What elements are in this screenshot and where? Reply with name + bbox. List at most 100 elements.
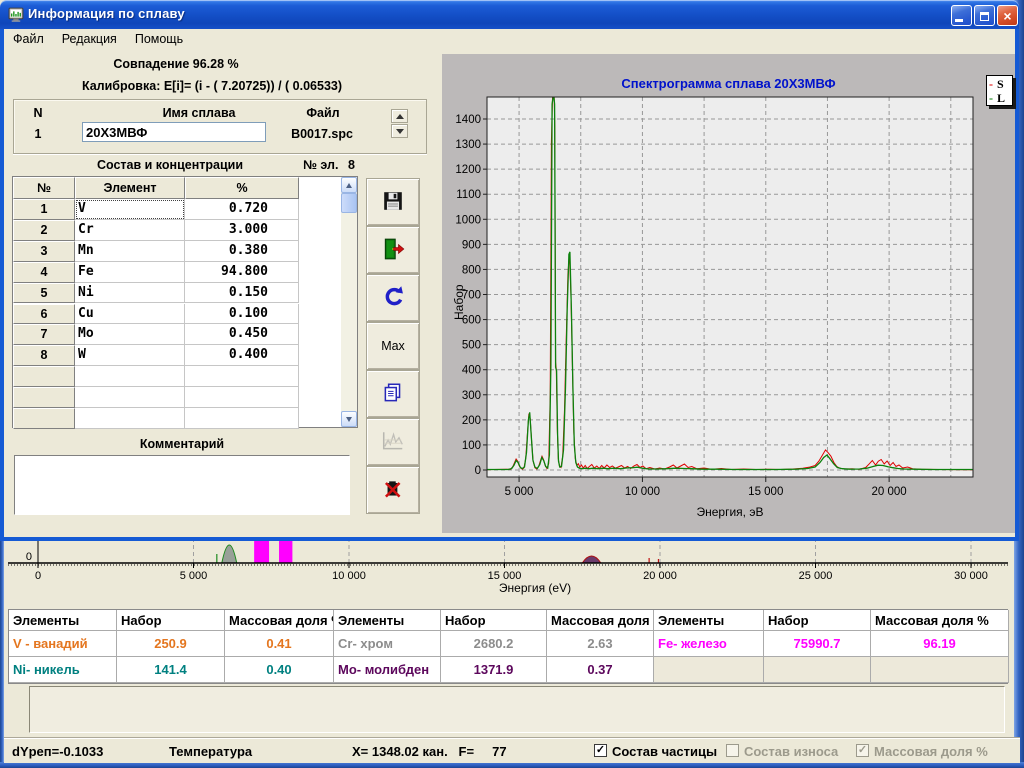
checkbox-3: ✓ (856, 744, 869, 757)
checkbox-1[interactable]: ✓ (594, 744, 607, 757)
results-cell (654, 657, 764, 683)
alloy-spinner-up[interactable] (391, 109, 408, 123)
results-col-header: Элементы (654, 610, 764, 631)
results-cell: Fe- железо (654, 631, 764, 657)
results-col-header: Массовая доля % (225, 610, 334, 631)
copy-button[interactable] (366, 370, 420, 418)
composition-percent-cell[interactable]: 0.450 (185, 324, 299, 345)
svg-text:900: 900 (462, 239, 481, 251)
results-col-header: Набор (117, 610, 225, 631)
exit-button[interactable] (366, 226, 420, 274)
results-cell (871, 657, 1009, 683)
scroll-up-icon (346, 183, 352, 188)
undo-button[interactable] (366, 274, 420, 322)
svg-text:500: 500 (462, 340, 481, 352)
results-cell: Cr- хром (334, 631, 441, 657)
composition-percent-cell[interactable] (185, 366, 299, 387)
results-col-header: Массовая доля % (547, 610, 654, 631)
composition-percent-cell[interactable]: 0.400 (185, 345, 299, 366)
composition-row-header[interactable]: 5 (13, 283, 75, 304)
composition-element-cell[interactable]: Cr (75, 220, 185, 241)
composition-element-cell[interactable] (75, 366, 185, 387)
results-header-row: ЭлементыНаборМассовая доля %ЭлементыНабо… (9, 610, 1007, 631)
svg-text:1300: 1300 (455, 139, 481, 151)
checkbox-2 (726, 744, 739, 757)
save-button[interactable] (366, 178, 420, 226)
composition-row-header[interactable]: 2 (13, 220, 75, 241)
composition-scrollbar[interactable] (341, 177, 357, 427)
svg-text:20 000: 20 000 (643, 570, 677, 582)
main-window-spectrum-chart: 05 00010 00015 00020 00025 00030 0000Эне… (0, 538, 1020, 600)
composition-percent-cell[interactable] (185, 387, 299, 408)
minimize-button[interactable] (951, 5, 972, 26)
composition-row-header[interactable] (13, 366, 75, 387)
max-button[interactable]: Max (366, 322, 420, 370)
composition-percent-cell[interactable]: 0.150 (185, 283, 299, 304)
spectrum-file-name: B0017.spc (272, 127, 372, 141)
svg-text:10 000: 10 000 (625, 486, 660, 498)
composition-element-cell[interactable] (75, 408, 185, 429)
composition-row-header[interactable]: 4 (13, 262, 75, 283)
svg-text:100: 100 (462, 440, 481, 452)
alloy-spinner-down[interactable] (391, 124, 408, 138)
dialog-titlebar: Информация по сплаву × (0, 0, 1019, 29)
composition-element-cell[interactable]: Ni (75, 283, 185, 304)
composition-col-header: № (13, 177, 75, 199)
composition-element-cell[interactable] (75, 387, 185, 408)
scrollbar-up-button[interactable] (341, 177, 357, 193)
composition-element-cell[interactable]: Mo (75, 324, 185, 345)
empty-sunken-panel (29, 686, 1005, 733)
alloy-name-input[interactable] (82, 122, 266, 142)
minimize-icon (955, 19, 963, 22)
composition-row-header[interactable] (13, 387, 75, 408)
composition-percent-cell[interactable] (185, 408, 299, 429)
results-cell: 75990.7 (764, 631, 871, 657)
close-button[interactable]: × (997, 5, 1018, 26)
composition-element-cell[interactable]: Mn (75, 241, 185, 262)
results-row: Ni- никель141.40.40Mo- молибден1371.90.3… (9, 657, 1007, 683)
dialog-title: Информация по сплаву (28, 6, 185, 21)
svg-text:1400: 1400 (455, 114, 481, 126)
composition-row-header[interactable]: 6 (13, 304, 75, 325)
composition-row-header[interactable] (13, 408, 75, 429)
maximize-icon (980, 12, 989, 21)
spectrogram-panel: Спектрограмма сплава 20Х3МВФ -S-L 010020… (442, 54, 1015, 533)
results-col-header: Набор (441, 610, 547, 631)
composition-element-cell[interactable]: Fe (75, 262, 185, 283)
composition-row-header[interactable]: 3 (13, 241, 75, 262)
maximize-button[interactable] (974, 5, 995, 26)
composition-row-header[interactable]: 8 (13, 345, 75, 366)
results-cell: 1371.9 (441, 657, 547, 683)
element-count-label: № эл. (303, 158, 338, 172)
composition-element-cell[interactable]: W (75, 345, 185, 366)
composition-percent-cell[interactable]: 3.000 (185, 220, 299, 241)
composition-percent-cell[interactable]: 0.100 (185, 304, 299, 325)
menu-item-файл[interactable]: Файл (4, 29, 53, 46)
composition-row-header[interactable]: 7 (13, 324, 75, 345)
composition-row-header[interactable]: 1 (13, 199, 75, 220)
svg-text:200: 200 (462, 415, 481, 427)
close-icon: × (1003, 9, 1011, 23)
calibration-formula: Калибровка: E[i]= (i - ( 7.20725)) / ( 0… (0, 79, 424, 93)
results-row: V - ванадий250.90.41Cr- хром2680.22.63Fe… (9, 631, 1007, 657)
composition-percent-cell[interactable]: 0.720 (185, 199, 299, 220)
delete-button[interactable] (366, 466, 420, 514)
delete-icon (381, 478, 405, 503)
match-percentage: Совпадение 96.28 % (0, 57, 352, 71)
composition-percent-cell[interactable]: 94.800 (185, 262, 299, 283)
composition-percent-cell[interactable]: 0.380 (185, 241, 299, 262)
svg-text:5 000: 5 000 (180, 570, 208, 582)
spectrum-button (366, 418, 420, 466)
scrollbar-down-button[interactable] (341, 411, 357, 427)
up-arrow-icon (396, 114, 404, 119)
svg-text:Энергия, эВ: Энергия, эВ (697, 505, 764, 519)
results-cell: 96.19 (871, 631, 1009, 657)
results-cell: 250.9 (117, 631, 225, 657)
comment-input[interactable] (14, 455, 350, 515)
composition-element-cell[interactable]: V (75, 199, 185, 220)
menu-item-помощь[interactable]: Помощь (126, 29, 192, 46)
menu-item-редакция[interactable]: Редакция (53, 29, 126, 46)
scrollbar-thumb[interactable] (341, 193, 357, 213)
results-cell: V - ванадий (9, 631, 117, 657)
composition-element-cell[interactable]: Cu (75, 304, 185, 325)
